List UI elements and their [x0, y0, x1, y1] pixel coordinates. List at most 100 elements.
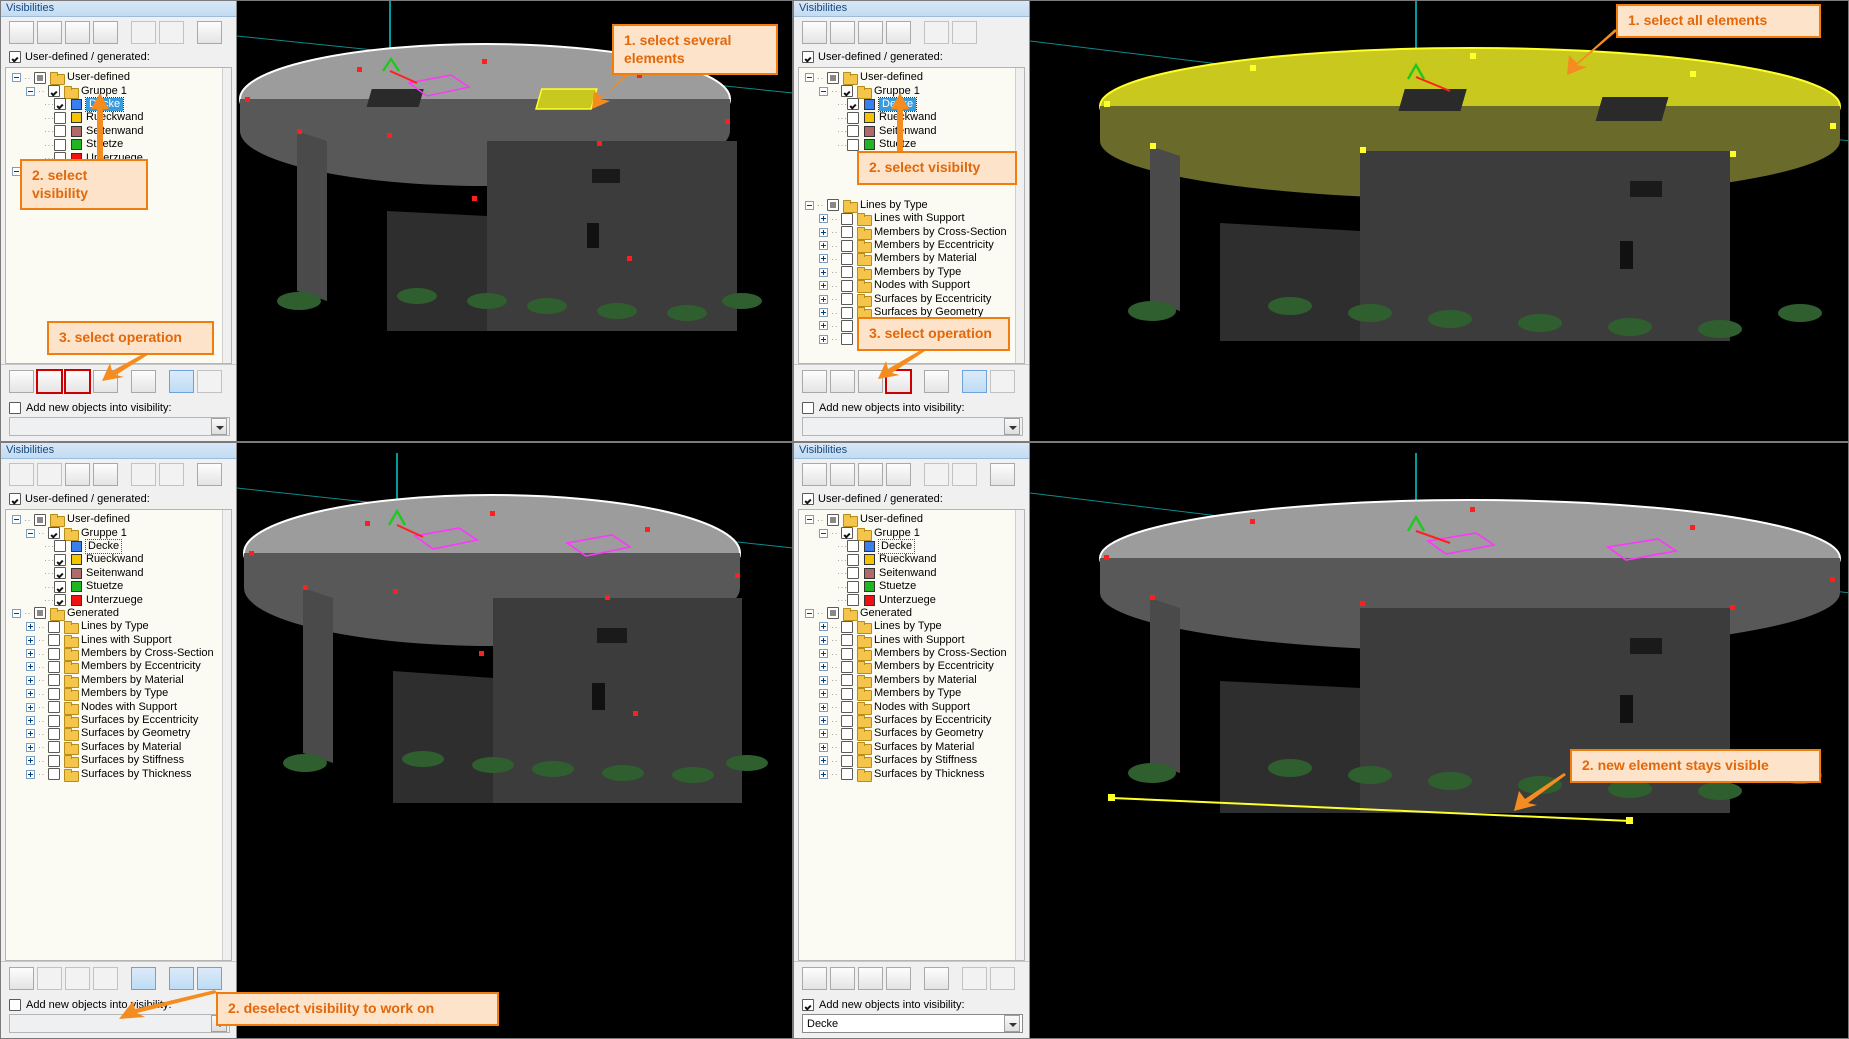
- tree-item-stuetze[interactable]: ···· Stuetze: [12, 138, 231, 151]
- tree-item-generated[interactable]: ·· Surfaces by Eccentricity: [805, 292, 1024, 307]
- union-icon[interactable]: [990, 967, 1015, 990]
- expand-icon[interactable]: [819, 649, 828, 659]
- delete-visibility-icon[interactable]: [37, 21, 62, 44]
- viewport-top-left[interactable]: 1. select several elements: [237, 1, 792, 441]
- tree-item-generated[interactable]: ·· Nodes with Support: [805, 279, 1024, 294]
- tree-node-generated[interactable]: ·· Generated: [805, 607, 1024, 621]
- add-to-visibility-icon[interactable]: [830, 370, 855, 393]
- generated-item-checkbox[interactable]: [841, 647, 853, 660]
- delete-visibility-icon[interactable]: [830, 463, 855, 486]
- delete-visibility-icon[interactable]: [37, 463, 62, 486]
- collapse-icon[interactable]: [819, 528, 828, 538]
- tree-item-generated[interactable]: ·· Lines with Support: [805, 212, 1024, 227]
- set-visibility-icon[interactable]: [93, 967, 118, 990]
- expand-icon[interactable]: [26, 742, 35, 752]
- generated-item-checkbox[interactable]: [841, 306, 853, 319]
- generated-item-checkbox[interactable]: [841, 634, 853, 647]
- expand-icon[interactable]: [819, 635, 828, 645]
- renumber-visibility-icon[interactable]: [93, 21, 118, 44]
- seitenwand-checkbox[interactable]: [54, 567, 66, 580]
- expand-icon[interactable]: [819, 729, 828, 739]
- expand-icon[interactable]: [819, 334, 828, 344]
- generated-item-checkbox[interactable]: [48, 727, 60, 740]
- generated-item-checkbox[interactable]: [48, 634, 60, 647]
- tree-item-generated[interactable]: ·· Nodes with Support: [805, 700, 1024, 715]
- tree-item-seitenwand[interactable]: ···· Seitenwand: [805, 567, 1024, 580]
- tree-item-decke[interactable]: ···· Decke: [805, 96, 1024, 112]
- expand-icon[interactable]: [819, 321, 828, 331]
- tree-item-stuetze[interactable]: ···· Stuetze: [12, 580, 231, 593]
- expand-icon[interactable]: [819, 675, 828, 685]
- tree-scrollbar[interactable]: [222, 68, 231, 363]
- renumber-visibility-icon[interactable]: [886, 21, 911, 44]
- tree-item-decke[interactable]: ···· Decke: [805, 538, 1024, 554]
- tree-node-generated[interactable]: ·· Generated: [12, 607, 231, 621]
- new-visibility-icon[interactable]: [802, 463, 827, 486]
- new-visibility-icon[interactable]: [9, 463, 34, 486]
- generated-item-checkbox[interactable]: [841, 754, 853, 767]
- tree-item-generated[interactable]: ·· Surfaces by Thickness: [12, 767, 231, 782]
- generated-item-checkbox[interactable]: [841, 266, 853, 279]
- generated-item-checkbox[interactable]: [841, 741, 853, 754]
- expand-icon[interactable]: [819, 254, 828, 264]
- activate-visibility-icon[interactable]: [924, 21, 949, 44]
- collapse-icon[interactable]: [805, 515, 814, 525]
- tree-item-unterzuege[interactable]: ···· Unterzuege: [805, 593, 1024, 607]
- deactivate-visibility-icon[interactable]: [952, 21, 977, 44]
- activate-visibility-icon[interactable]: [924, 463, 949, 486]
- root-checkbox[interactable]: [827, 513, 839, 526]
- tree-item-seitenwand[interactable]: ···· Seitenwand: [12, 125, 231, 138]
- tree-root-user-defined[interactable]: ·· User-defined: [805, 513, 1024, 528]
- expand-icon[interactable]: [26, 649, 35, 659]
- tree-item-generated[interactable]: ·· Members by Type: [12, 687, 231, 702]
- tree-root-user-defined[interactable]: ·· User-defined: [12, 71, 231, 86]
- expand-icon[interactable]: [819, 689, 828, 699]
- new-visibility-icon[interactable]: [802, 967, 827, 990]
- tree-item-generated[interactable]: ·· Members by Type: [805, 687, 1024, 702]
- tree-node-generated[interactable]: ·· Lines by Type: [805, 199, 1024, 213]
- decke-checkbox[interactable]: [54, 540, 66, 553]
- generated-item-checkbox[interactable]: [841, 239, 853, 252]
- tree-scrollbar[interactable]: [222, 510, 231, 960]
- expand-icon[interactable]: [819, 742, 828, 752]
- expand-icon[interactable]: [819, 281, 828, 291]
- visibilities-tree[interactable]: ·· User-defined ·· Gruppe 1 ····: [5, 509, 232, 961]
- tree-item-stuetze[interactable]: ···· Stuetze: [805, 138, 1024, 151]
- rueckwand-checkbox[interactable]: [54, 553, 66, 566]
- new-visibility-icon[interactable]: [9, 967, 34, 990]
- union-icon[interactable]: [197, 370, 222, 393]
- remove-from-visibility-icon[interactable]: [858, 967, 883, 990]
- tree-item-generated[interactable]: ·· Surfaces by Material: [805, 741, 1024, 755]
- intersection-icon[interactable]: [169, 370, 194, 393]
- expand-icon[interactable]: [26, 716, 35, 726]
- generated-item-checkbox[interactable]: [48, 660, 60, 673]
- delete-visibility-icon[interactable]: [830, 21, 855, 44]
- new-visibility-icon[interactable]: [802, 370, 827, 393]
- tree-scrollbar[interactable]: [1015, 510, 1024, 960]
- add-new-objects-checkbox[interactable]: [802, 402, 814, 414]
- tree-item-decke[interactable]: ···· Decke: [12, 96, 231, 112]
- generated-item-checkbox[interactable]: [841, 226, 853, 239]
- add-new-objects-row[interactable]: Add new objects into visibility:: [1, 398, 236, 417]
- expand-icon[interactable]: [819, 769, 828, 779]
- expand-icon[interactable]: [26, 769, 35, 779]
- user-defined-row[interactable]: User-defined / generated:: [1, 48, 236, 67]
- visibility-bottom-toolbar[interactable]: [794, 961, 1029, 995]
- visibilities-tree[interactable]: ·· User-defined ·· Gruppe 1 ····: [798, 509, 1025, 961]
- tree-item-generated[interactable]: ·· Surfaces by Stiffness: [805, 754, 1024, 769]
- stuetze-checkbox[interactable]: [847, 580, 859, 593]
- decke-checkbox[interactable]: [847, 540, 859, 553]
- collapse-icon[interactable]: [26, 528, 35, 538]
- tree-root-user-defined[interactable]: ·· User-defined: [805, 71, 1024, 86]
- add-new-objects-checkbox[interactable]: [9, 402, 21, 414]
- generated-item-checkbox[interactable]: [48, 687, 60, 700]
- tree-item-generated[interactable]: ·· Members by Material: [805, 252, 1024, 267]
- expand-icon[interactable]: [26, 689, 35, 699]
- unterzuege-checkbox[interactable]: [847, 594, 859, 607]
- rueckwand-checkbox[interactable]: [847, 553, 859, 566]
- stuetze-checkbox[interactable]: [54, 138, 66, 151]
- rueckwand-checkbox[interactable]: [847, 111, 859, 124]
- gruppe1-checkbox[interactable]: [841, 85, 853, 98]
- tree-item-generated[interactable]: ·· Surfaces by Eccentricity: [805, 714, 1024, 729]
- expand-icon[interactable]: [26, 622, 35, 632]
